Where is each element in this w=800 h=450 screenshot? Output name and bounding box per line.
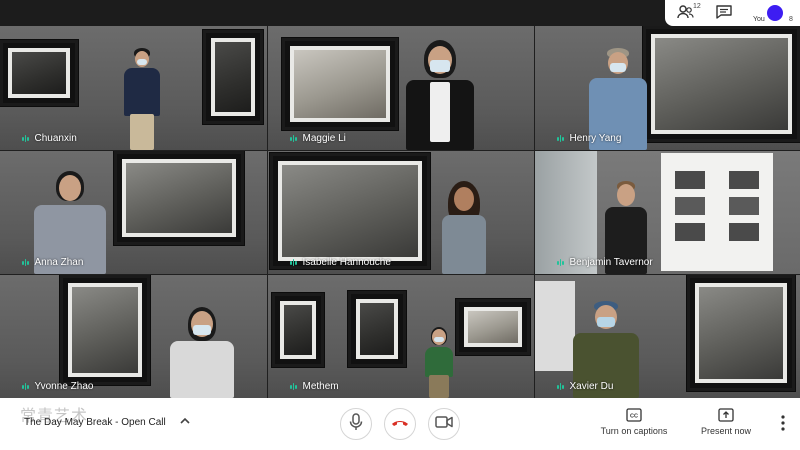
participant-name-tag: Henry Yang xyxy=(557,133,621,144)
participant-name-tag: Benjamin Tavernor xyxy=(557,257,653,268)
participant-name: Chuanxin xyxy=(34,133,77,144)
call-controls-bar: 常青艺术 The Day May Break - Open Call CC Tu… xyxy=(0,398,800,450)
microphone-icon xyxy=(349,412,363,436)
present-label: Present now xyxy=(700,426,752,436)
speaking-indicator-icon xyxy=(557,135,564,143)
self-indicator: 8 xyxy=(789,16,793,23)
participant-name-tag: Yvonne Zhao xyxy=(22,381,93,392)
video-tile-benjamin-tavernor[interactable]: Benjamin Tavernor xyxy=(535,151,800,274)
artwork-frame xyxy=(643,26,800,142)
artwork-frame xyxy=(114,151,244,245)
video-grid: Chuanxin Maggie Li Henry Yang Anna Zhan … xyxy=(0,26,800,398)
chevron-up-icon[interactable] xyxy=(178,414,192,428)
artwork-frame xyxy=(60,275,150,385)
self-avatar[interactable] xyxy=(767,5,783,21)
speaking-indicator-icon xyxy=(557,259,564,267)
video-tile-chuanxin[interactable]: Chuanxin xyxy=(0,26,267,150)
participant-figure xyxy=(436,181,492,274)
end-call-button[interactable] xyxy=(384,408,416,440)
video-tile-maggie-li[interactable]: Maggie Li xyxy=(268,26,534,150)
participant-name: Maggie Li xyxy=(302,133,346,144)
speaking-indicator-icon xyxy=(290,259,297,267)
artwork-frame xyxy=(282,38,398,130)
participant-name-tag: Anna Zhan xyxy=(22,257,83,268)
hang-up-icon xyxy=(391,415,409,433)
svg-text:CC: CC xyxy=(630,414,638,420)
speaking-indicator-icon xyxy=(22,259,29,267)
artwork-frame xyxy=(687,275,795,391)
video-tile-xavier-du[interactable]: Xavier Du xyxy=(535,275,800,398)
participant-figure xyxy=(166,307,238,398)
participant-name-tag: Maggie Li xyxy=(290,133,346,144)
top-right-panel: 12 You 8 xyxy=(665,0,800,26)
participant-name: Isabelle Hannouche xyxy=(302,257,391,268)
artwork-frame xyxy=(272,293,324,367)
self-label: You xyxy=(753,16,765,23)
chat-icon[interactable] xyxy=(715,4,733,20)
camera-icon xyxy=(435,415,453,434)
video-tile-anna-zhan[interactable]: Anna Zhan xyxy=(0,151,267,274)
present-now-button[interactable]: Present now xyxy=(686,406,766,436)
closed-captions-icon: CC xyxy=(626,408,642,422)
speaking-indicator-icon xyxy=(22,383,29,391)
video-tile-yvonne-zhao[interactable]: Yvonne Zhao xyxy=(0,275,267,398)
captions-button[interactable]: CC Turn on captions xyxy=(594,406,674,436)
speaking-indicator-icon xyxy=(557,383,564,391)
video-tile-methem[interactable]: Methem xyxy=(268,275,534,398)
participant-name: Yvonne Zhao xyxy=(34,381,94,392)
speaking-indicator-icon xyxy=(22,135,29,143)
artwork-frame xyxy=(348,291,406,367)
meeting-title[interactable]: The Day May Break - Open Call xyxy=(24,417,166,428)
more-options-icon[interactable] xyxy=(780,414,786,432)
artwork-frame xyxy=(270,153,430,269)
speaking-indicator-icon xyxy=(290,135,297,143)
participant-name: Henry Yang xyxy=(569,133,622,144)
speaking-indicator-icon xyxy=(290,383,297,391)
microphone-button[interactable] xyxy=(340,408,372,440)
present-screen-icon xyxy=(718,408,734,422)
participant-name-tag: Xavier Du xyxy=(557,381,613,392)
artwork-frame xyxy=(0,40,78,106)
video-tile-isabelle-hannouche[interactable]: Isabelle Hannouche xyxy=(268,151,534,274)
participant-name: Benjamin Tavernor xyxy=(569,257,653,268)
participant-name: Anna Zhan xyxy=(34,257,84,268)
artwork-frame xyxy=(203,30,263,124)
participant-name: Xavier Du xyxy=(569,381,614,392)
participant-figure xyxy=(120,48,164,150)
participant-figure xyxy=(422,327,456,398)
camera-button[interactable] xyxy=(428,408,460,440)
video-tile-henry-yang[interactable]: Henry Yang xyxy=(535,26,800,150)
participant-name-tag: Methem xyxy=(290,381,339,392)
participant-figure xyxy=(400,40,480,150)
participant-name-tag: Isabelle Hannouche xyxy=(290,257,391,268)
participant-name-tag: Chuanxin xyxy=(22,133,77,144)
participant-name: Methem xyxy=(302,381,339,392)
captions-label: Turn on captions xyxy=(600,426,668,436)
exhibition-panel xyxy=(661,153,773,271)
artwork-frame xyxy=(456,299,530,355)
participants-count: 12 xyxy=(693,3,701,10)
gallery-doorway xyxy=(535,151,597,274)
